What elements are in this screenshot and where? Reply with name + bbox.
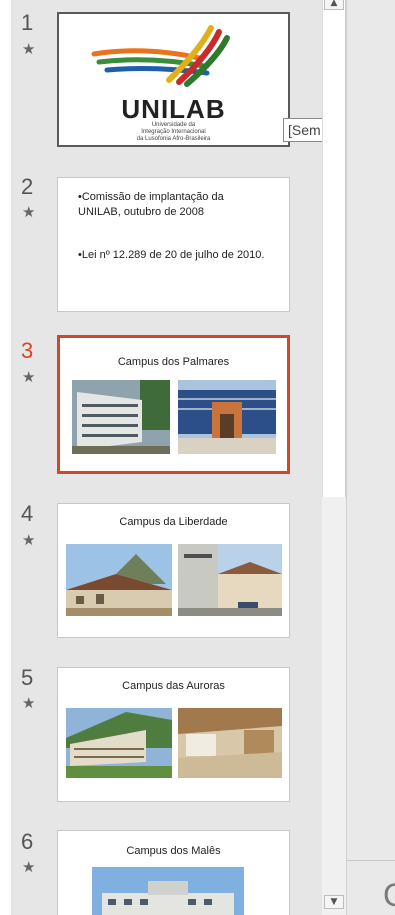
campus-photo (92, 867, 244, 915)
slide-thumbnail-3[interactable]: Campus dos Palmares (57, 335, 290, 474)
slide-title: Campus das Auroras (122, 680, 225, 692)
slide-number-4: 4 (21, 501, 34, 526)
slide-thumbnail-6[interactable]: Campus dos Malês (57, 830, 290, 915)
slide-title: Campus dos Palmares (117, 356, 230, 368)
slide-title: Campus dos Malês (126, 845, 221, 857)
window-edge (0, 0, 11, 915)
star-icon: ★ (22, 858, 36, 876)
slide-thumbnail-1[interactable]: UNILAB Universidade da Integração Intern… (57, 12, 290, 147)
unilab-logo-swoosh (91, 25, 230, 87)
campus-photo (178, 708, 282, 778)
slide-thumbnail-2[interactable]: •Comissão de implantação da UNILAB, outu… (57, 177, 290, 312)
star-icon: ★ (22, 368, 36, 386)
campus-photo (66, 708, 172, 778)
campus-photo (66, 544, 172, 616)
slide-thumbnail-4[interactable]: Campus da Liberdade (57, 503, 290, 638)
star-icon: ★ (22, 531, 36, 549)
slide-number-5: 5 (21, 665, 34, 690)
slide-number-2: 2 (21, 174, 34, 199)
logo-subtitle-line-3: da Lusofonia Afro-Brasileira (136, 136, 211, 142)
partial-text: C (383, 877, 395, 913)
slide-editor-area[interactable]: C (346, 0, 395, 915)
slide-number-1: 1 (21, 10, 34, 35)
thumbnail-scrollbar[interactable]: ▲ ▼ (322, 0, 346, 915)
star-icon: ★ (22, 203, 36, 221)
logo-subtitle-line-2: Integração Internacional (141, 129, 206, 135)
arrow-down-icon[interactable]: ▼ (324, 895, 344, 909)
scrollbar-thumb[interactable] (322, 0, 346, 497)
slide-thumbnail-5[interactable]: Campus das Auroras (57, 667, 290, 802)
logo-subtitle-line-1: Universidade da (151, 122, 196, 128)
slide-title: Campus da Liberdade (119, 516, 228, 528)
slide-number-3: 3 (21, 338, 34, 363)
logo-wordmark: UNILAB (121, 94, 226, 124)
star-icon: ★ (22, 40, 36, 58)
campus-photo (178, 380, 276, 454)
slide-bullet: •Lei nº 12.289 de 20 de julho de 2010. (78, 249, 265, 261)
star-icon: ★ (22, 694, 36, 712)
campus-photo (72, 380, 170, 454)
campus-photo (178, 544, 282, 616)
panel-divider (347, 860, 395, 861)
slide-bullet: •Comissão de implantação da UNILAB, outu… (78, 191, 224, 219)
arrow-up-icon[interactable]: ▲ (324, 0, 344, 10)
slide-number-6: 6 (21, 829, 34, 854)
